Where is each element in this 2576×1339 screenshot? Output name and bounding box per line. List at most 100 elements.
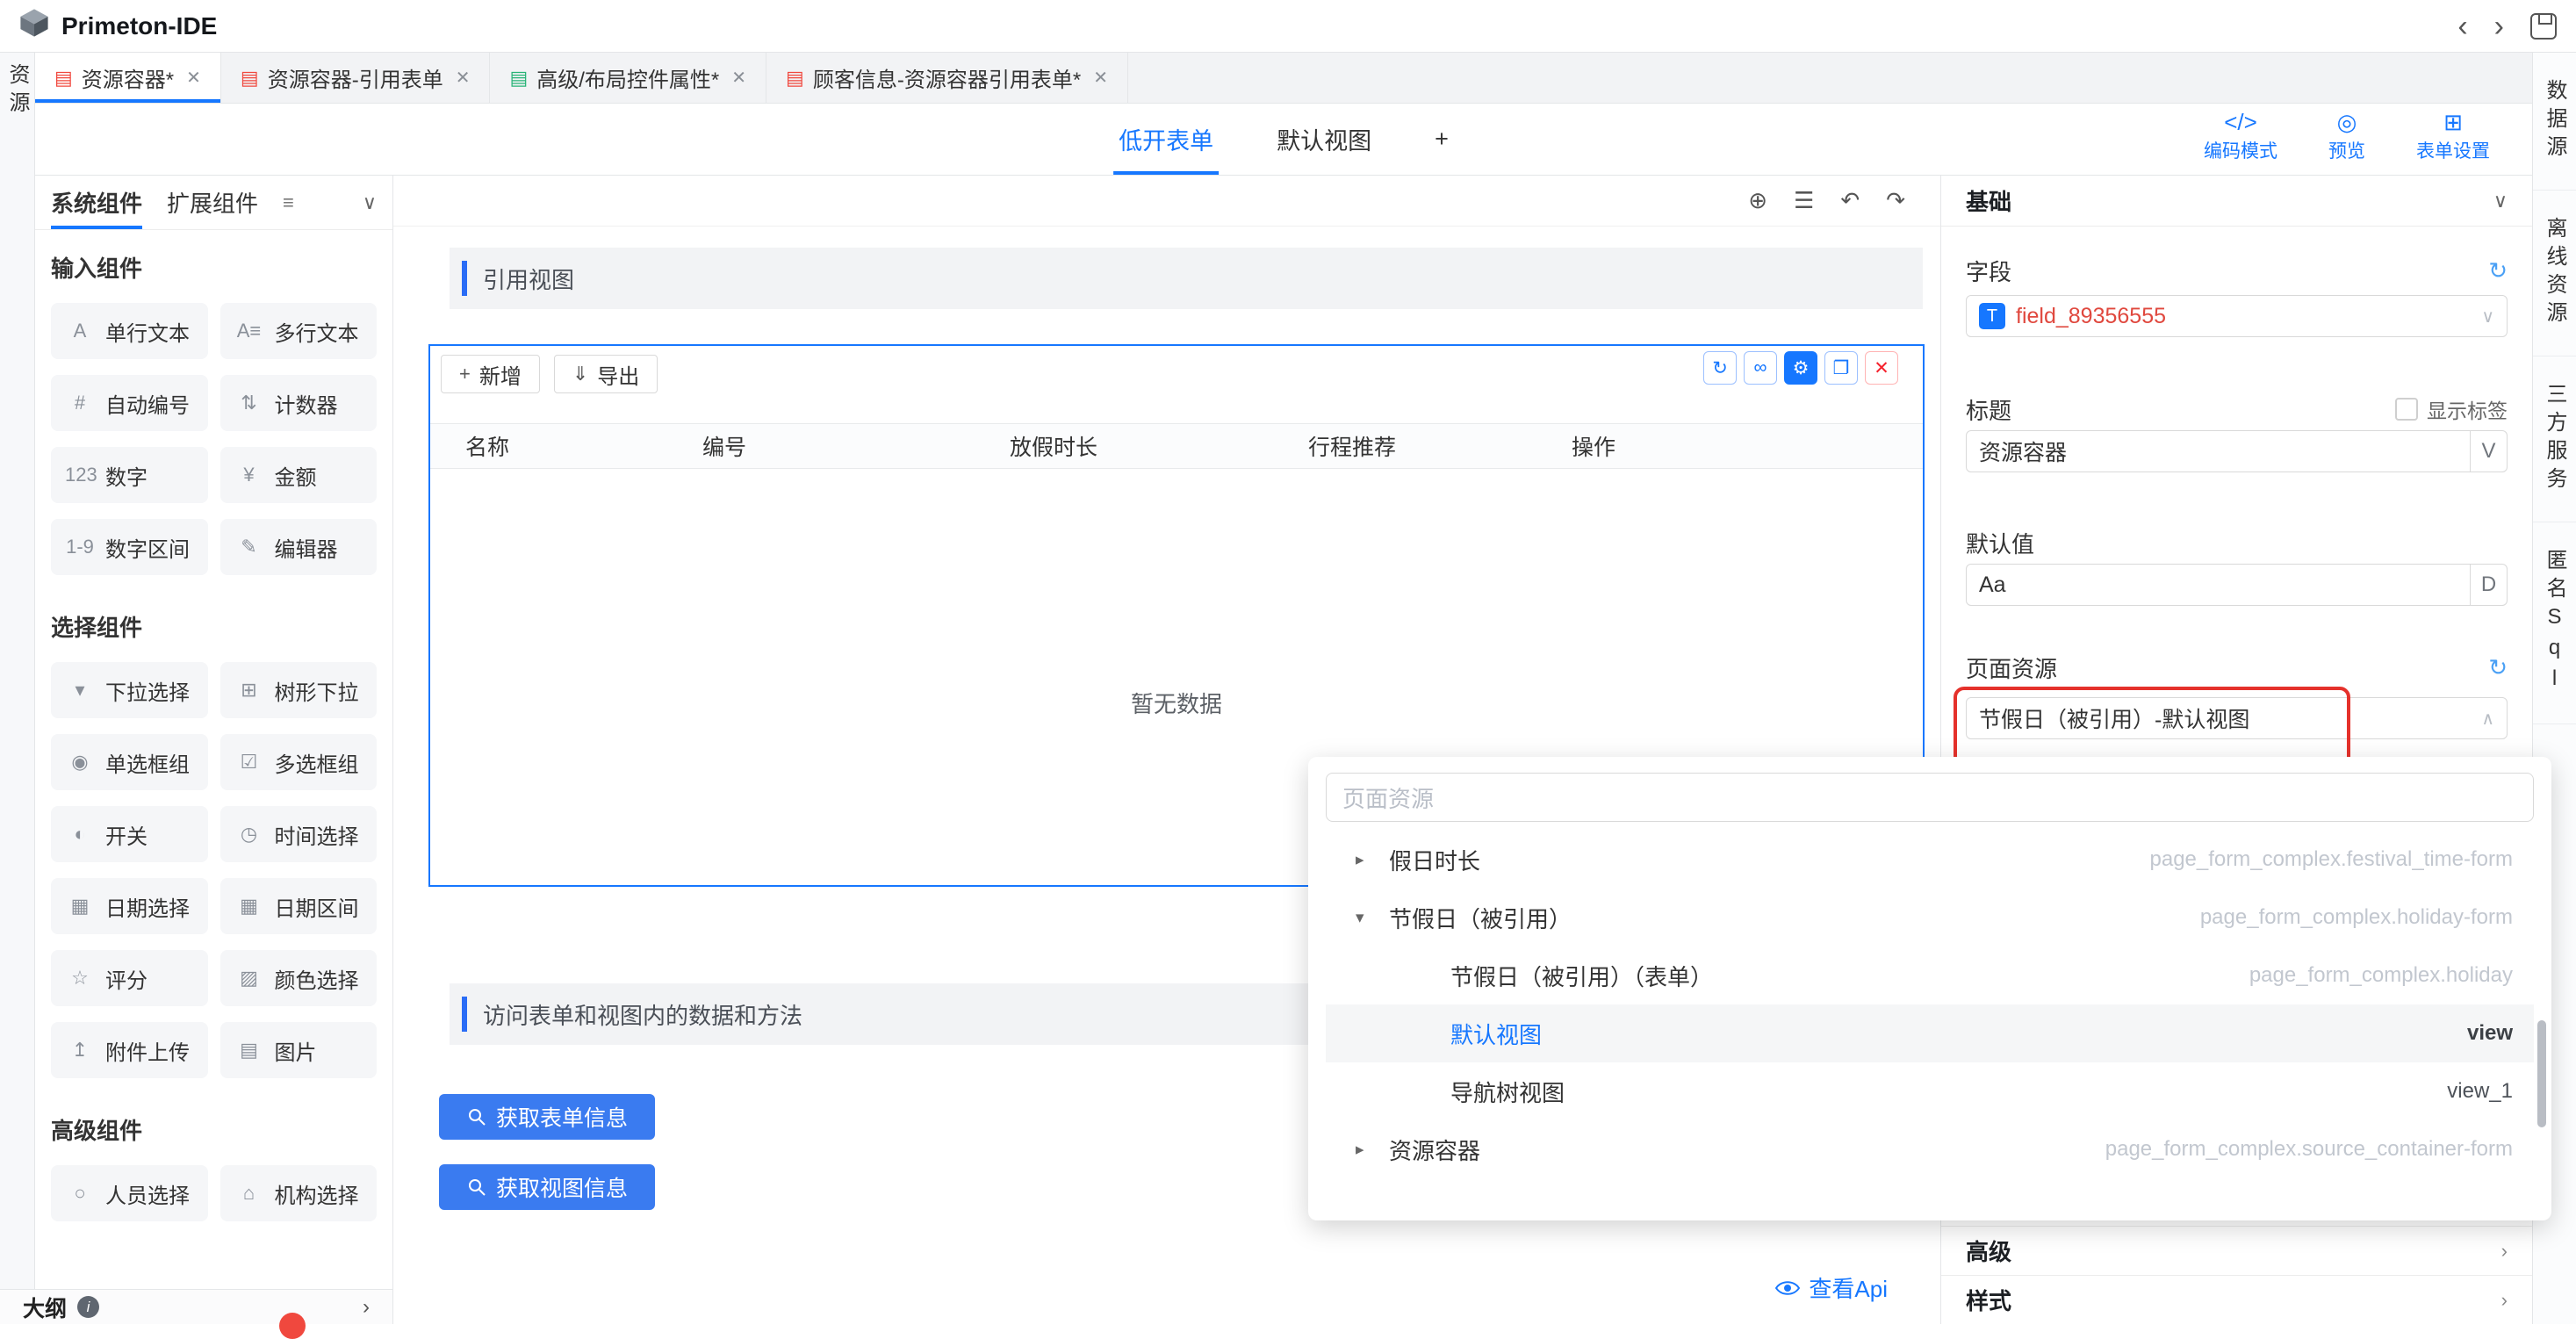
component-item[interactable]: A≡多行文本 [220,303,378,359]
scrollbar-thumb[interactable] [2537,1020,2546,1127]
component-item[interactable]: A单行文本 [51,303,208,359]
undo-icon[interactable]: ↶ [1840,187,1860,214]
editor-tab[interactable]: ▤资源容器-引用表单✕ [221,53,491,103]
left-resource-strip[interactable]: 资源 [0,53,35,1289]
panel-menu-icon[interactable]: ≡ [283,191,294,214]
component-item[interactable]: ⇅计数器 [220,375,378,431]
dropdown-item[interactable]: ▸资源容器page_form_complex.source_container-… [1326,1120,2534,1178]
nav-forward-icon[interactable]: › [2494,13,2504,40]
component-item[interactable]: ◉单选框组 [51,734,208,790]
get-view-info-button[interactable]: 获取视图信息 [439,1164,655,1210]
default-suffix-button[interactable]: D [2471,564,2508,606]
tree-caret-icon[interactable]: ▾ [1356,908,1389,928]
link-icon[interactable]: ∞ [1744,351,1777,385]
component-item[interactable]: ▾下拉选择 [51,662,208,718]
action-label: 表单设置 [2416,137,2490,163]
add-view-button[interactable]: + [1429,104,1454,175]
field-select[interactable]: T field_89356555 ∨ [1966,295,2508,337]
refresh-icon[interactable]: ↻ [2488,257,2508,284]
tree-list-icon[interactable]: ☰ [1794,187,1814,214]
add-button[interactable]: + 新增 [441,355,540,393]
section-basic-header[interactable]: 基础 ∨ [1941,176,2532,227]
component-item[interactable]: ¥金额 [220,447,378,503]
dropdown-item-code: page_form_complex.holiday-form [2200,905,2513,930]
dropdown-item-code: view_1 [2447,1079,2513,1104]
close-icon[interactable]: ✕ [456,67,471,89]
dropdown-item[interactable]: ▾节假日（被引用）page_form_complex.holiday-form [1326,889,2534,947]
gear-icon[interactable]: ⚙ [1784,351,1817,385]
right-strip-item[interactable]: 三方服务 [2533,356,2576,522]
page-resource-value: 节假日（被引用）-默认视图 [1979,702,2249,734]
component-item[interactable]: #自动编号 [51,375,208,431]
export-button[interactable]: ⇓ 导出 [554,355,658,393]
close-icon[interactable]: ✕ [186,67,201,89]
预览-action[interactable]: ◎预览 [2328,109,2365,163]
title-suffix-button[interactable]: V [2471,430,2508,472]
component-item[interactable]: ○人员选择 [51,1165,208,1221]
title-input[interactable]: 资源容器 [1966,430,2471,472]
component-item[interactable]: ▦日期区间 [220,878,378,934]
component-item[interactable]: ▦日期选择 [51,878,208,934]
dropdown-item[interactable]: 导航树视图view_1 [1326,1062,2534,1120]
save-icon[interactable] [2530,13,2557,40]
view-api-link[interactable]: 查看Api [1775,1271,1888,1304]
close-icon[interactable]: ✕ [1093,67,1108,89]
tab-system-components[interactable]: 系统组件 [51,176,142,229]
component-item[interactable]: ▨颜色选择 [220,950,378,1006]
redo-icon[interactable]: ↷ [1886,187,1905,214]
refresh-icon[interactable]: ↻ [2488,654,2508,681]
component-item[interactable]: ↥附件上传 [51,1022,208,1078]
dropdown-item[interactable]: ▸假日时长page_form_complex.festival_time-for… [1326,831,2534,889]
component-item[interactable]: ⊞树形下拉 [220,662,378,718]
component-item[interactable]: ◐开关 [51,806,208,862]
right-strip-item[interactable]: 离线资源 [2533,191,2576,356]
component-item[interactable]: 123数字 [51,447,208,503]
component-item[interactable]: ✎编辑器 [220,519,378,575]
表单设置-action[interactable]: ⊞表单设置 [2416,109,2490,163]
component-item[interactable]: ◷时间选择 [220,806,378,862]
chevron-right-icon[interactable]: › [363,1295,370,1320]
right-strip-item[interactable]: 匿名Sql [2533,522,2576,724]
dropdown-item[interactable]: 节假日（被引用）（表单）page_form_complex.holiday [1326,947,2534,1004]
component-item[interactable]: ⌂机构选择 [220,1165,378,1221]
view-tab[interactable]: 低开表单 [1113,104,1219,175]
component-item[interactable]: ☆评分 [51,950,208,1006]
section-style-header[interactable]: 样式 › [1941,1275,2532,1324]
close-icon[interactable]: ✕ [731,67,746,89]
chevron-right-icon[interactable]: › [2501,1240,2508,1263]
outline-bar[interactable]: 大纲 i › [0,1289,393,1324]
tree-caret-icon[interactable]: ▸ [1356,1140,1389,1160]
dropdown-search-input[interactable]: 页面资源 [1326,773,2534,822]
get-form-info-button[interactable]: 获取表单信息 [439,1094,655,1140]
editor-tab[interactable]: ▤资源容器*✕ [35,53,221,103]
tab-extended-components[interactable]: 扩展组件 [167,176,258,229]
component-icon: ▦ [65,895,95,918]
chevron-down-icon[interactable]: ∨ [2493,190,2508,212]
globe-icon[interactable]: ⊕ [1748,187,1767,214]
component-item[interactable]: 1-9数字区间 [51,519,208,575]
dropdown-item[interactable]: 默认视图view [1326,1004,2534,1062]
page-resource-select[interactable]: 节假日（被引用）-默认视图 ∧ [1966,697,2508,739]
component-icon: ▨ [234,967,264,990]
chevron-right-icon[interactable]: › [2501,1289,2508,1312]
section-advanced-header[interactable]: 高级 › [1941,1226,2532,1275]
component-item[interactable]: ☑多选框组 [220,734,378,790]
refresh-icon[interactable]: ↻ [1703,351,1737,385]
right-strip-item[interactable]: 数据源 [2533,53,2576,191]
editor-tab[interactable]: ▤顾客信息-资源容器引用表单*✕ [766,53,1128,103]
component-item[interactable]: ▤图片 [220,1022,378,1078]
delete-icon[interactable]: ✕ [1865,351,1898,385]
tree-caret-icon[interactable]: ▸ [1356,850,1389,870]
view-tab[interactable]: 默认视图 [1271,104,1377,175]
section-reference-view[interactable]: 引用视图 [450,248,1923,309]
panel-collapse-icon[interactable]: ∨ [363,191,377,214]
chevron-down-icon[interactable]: ∨ [2481,306,2494,328]
copy-icon[interactable]: ❐ [1824,351,1858,385]
left-strip-label: 资源 [2,63,32,1289]
editor-tab[interactable]: ▤高级/布局控件属性*✕ [490,53,766,103]
chevron-up-icon[interactable]: ∧ [2481,708,2494,730]
nav-back-icon[interactable]: ‹ [2457,13,2467,40]
default-value-input[interactable]: Aa [1966,564,2471,606]
编码模式-action[interactable]: </>编码模式 [2204,109,2277,163]
show-label-checkbox[interactable] [2395,398,2418,421]
